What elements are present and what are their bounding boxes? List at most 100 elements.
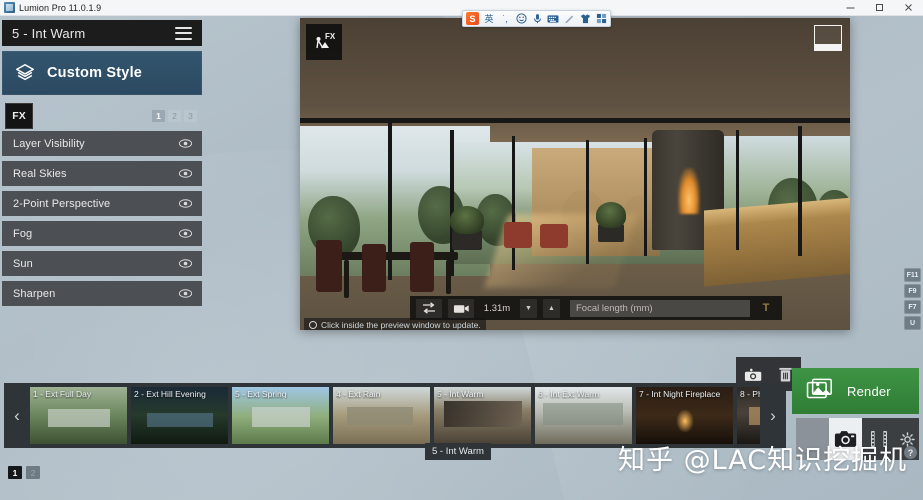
dining-chair xyxy=(362,244,386,292)
strip-prev-arrow[interactable]: ‹ xyxy=(4,383,30,448)
effect-label: Fog xyxy=(13,227,33,240)
help-button[interactable]: ? xyxy=(904,446,917,459)
effect-real-skies[interactable]: Real Skies xyxy=(2,161,202,186)
effect-label: Sun xyxy=(13,257,33,270)
thumbnail-item-selected[interactable]: 5 - Int Warm xyxy=(434,387,531,444)
effect-2-point-perspective[interactable]: 2-Point Perspective xyxy=(2,191,202,216)
keyboard-icon[interactable] xyxy=(547,13,559,25)
lounge-chair xyxy=(504,222,532,248)
camera-thumbnail-strip: ‹ 1 - Ext Full Day 2 - Ext Hill Evening … xyxy=(4,383,786,448)
lounge-chair xyxy=(540,224,568,248)
maximize-icon xyxy=(876,4,883,11)
effect-sun[interactable]: Sun xyxy=(2,251,202,276)
focal-length-input[interactable]: Focal length (mm) xyxy=(570,299,750,317)
movie-camera-icon[interactable] xyxy=(448,298,474,318)
thumbnail-item[interactable]: 1 - Ext Full Day xyxy=(30,387,127,444)
window-mullion xyxy=(798,126,802,256)
fx-page-selector: 1 2 3 xyxy=(152,110,197,122)
thumbnail-label: 2 - Ext Hill Evening xyxy=(134,389,206,399)
sogou-logo-icon[interactable]: S xyxy=(466,12,479,25)
emoji-icon[interactable] xyxy=(515,13,527,25)
mode-pane-left[interactable] xyxy=(796,418,829,460)
language-toggle-icon[interactable]: 英 xyxy=(483,13,495,25)
style-name: 5 - Int Warm xyxy=(12,25,86,41)
film-strip-icon xyxy=(870,431,887,447)
eye-icon[interactable] xyxy=(178,286,193,301)
thumbnail-item[interactable]: 2 - Ext Hill Evening xyxy=(131,387,228,444)
eye-icon[interactable] xyxy=(178,196,193,211)
window-head-beam xyxy=(300,118,850,123)
rendered-scene[interactable]: FX 1.31m ▼ ▲ Focal length (mm) T Click i… xyxy=(300,18,850,330)
effects-list: Layer Visibility Real Skies 2-Point Pers… xyxy=(2,131,202,306)
minimize-button[interactable] xyxy=(836,0,865,16)
microphone-icon[interactable] xyxy=(531,13,543,25)
viewport-fx-badge[interactable]: FX xyxy=(306,24,342,60)
effect-layer-visibility[interactable]: Layer Visibility xyxy=(2,131,202,156)
fx-page-3[interactable]: 3 xyxy=(184,110,197,122)
eye-icon[interactable] xyxy=(178,136,193,151)
window-mullion xyxy=(512,136,515,270)
shortcut-f9[interactable]: F9 xyxy=(904,284,921,298)
table-leg xyxy=(344,260,349,298)
fx-badge[interactable]: FX xyxy=(5,103,33,129)
preview-viewport[interactable]: FX 1.31m ▼ ▲ Focal length (mm) T Click i… xyxy=(300,18,850,330)
render-button[interactable]: Render xyxy=(792,368,919,414)
strip-page-2[interactable]: 2 xyxy=(26,466,40,479)
photo-mode-button[interactable] xyxy=(829,418,862,460)
height-increase-button[interactable]: ▲ xyxy=(543,298,560,318)
eye-icon[interactable] xyxy=(178,166,193,181)
lumion-application-window: Lumion Pro 11.0.1.9 5 - Int Warm Custom … xyxy=(0,0,923,500)
compare-arrows-icon[interactable] xyxy=(416,298,442,318)
fx-page-2[interactable]: 2 xyxy=(168,110,181,122)
focal-length-suffix: T xyxy=(762,302,770,314)
effect-sharpen[interactable]: Sharpen xyxy=(2,281,202,306)
thumbnail-item[interactable]: 8 - Pho xyxy=(737,387,760,444)
style-header[interactable]: 5 - Int Warm xyxy=(2,20,202,46)
strip-next-arrow[interactable]: › xyxy=(760,383,786,448)
table-leg xyxy=(446,260,451,294)
viewport-hint: Click inside the preview window to updat… xyxy=(304,318,486,330)
indoor-plant xyxy=(450,206,484,234)
white-frame-icon[interactable] xyxy=(814,25,842,51)
height-decrease-button[interactable]: ▼ xyxy=(520,298,537,318)
thumbnail-list: 1 - Ext Full Day 2 - Ext Hill Evening 5 … xyxy=(30,387,760,444)
maximize-button[interactable] xyxy=(865,0,894,16)
strip-page-1[interactable]: 1 xyxy=(8,466,22,479)
window-mullion xyxy=(736,130,739,250)
custom-style-label: Custom Style xyxy=(47,65,143,81)
toolbox-icon[interactable] xyxy=(595,13,607,25)
save-camera-icon[interactable] xyxy=(744,366,764,383)
shortcut-f7[interactable]: F7 xyxy=(904,300,921,314)
viewport-control-bar: 1.31m ▼ ▲ Focal length (mm) T xyxy=(410,296,782,320)
movie-mode-button[interactable] xyxy=(862,418,895,460)
punctuation-icon[interactable]: ˙, xyxy=(499,13,511,25)
thumbnail-item[interactable]: 5 - Ext Spring xyxy=(232,387,329,444)
skin-shirt-icon[interactable] xyxy=(579,13,591,25)
thumbnail-item[interactable]: 4 - Ext Rain xyxy=(333,387,430,444)
thumbnail-label: 1 - Ext Full Day xyxy=(33,389,92,399)
custom-style-button[interactable]: Custom Style xyxy=(2,51,202,95)
effect-fog[interactable]: Fog xyxy=(2,221,202,246)
strip-page-selector: 1 2 xyxy=(8,466,40,479)
window-title: Lumion Pro 11.0.1.9 xyxy=(19,2,102,13)
hamburger-menu-icon[interactable] xyxy=(175,26,192,40)
handwriting-icon[interactable] xyxy=(563,13,575,25)
indoor-plant xyxy=(596,202,626,228)
fx-page-1[interactable]: 1 xyxy=(152,110,165,122)
photos-stack-icon xyxy=(806,378,836,404)
style-sidebar: 5 - Int Warm Custom Style FX 1 2 3 Layer… xyxy=(2,20,202,311)
thumbnail-item[interactable]: 7 - Int Night Fireplace xyxy=(636,387,733,444)
shortcut-f11[interactable]: F11 xyxy=(904,268,921,282)
svg-text:FX: FX xyxy=(325,32,336,41)
close-button[interactable] xyxy=(894,0,923,16)
thumbnail-label: 5 - Int Warm xyxy=(437,389,484,399)
shortcut-u[interactable]: U xyxy=(904,316,921,330)
fx-effects-icon: FX xyxy=(316,32,336,49)
delete-icon[interactable] xyxy=(778,366,793,383)
dining-chair xyxy=(316,240,342,292)
thumbnail-label: 6 - Int Ext Warm xyxy=(538,389,600,399)
camera-height-value[interactable]: 1.31m xyxy=(480,303,514,314)
eye-icon[interactable] xyxy=(178,226,193,241)
thumbnail-item[interactable]: 6 - Int Ext Warm xyxy=(535,387,632,444)
eye-icon[interactable] xyxy=(178,256,193,271)
